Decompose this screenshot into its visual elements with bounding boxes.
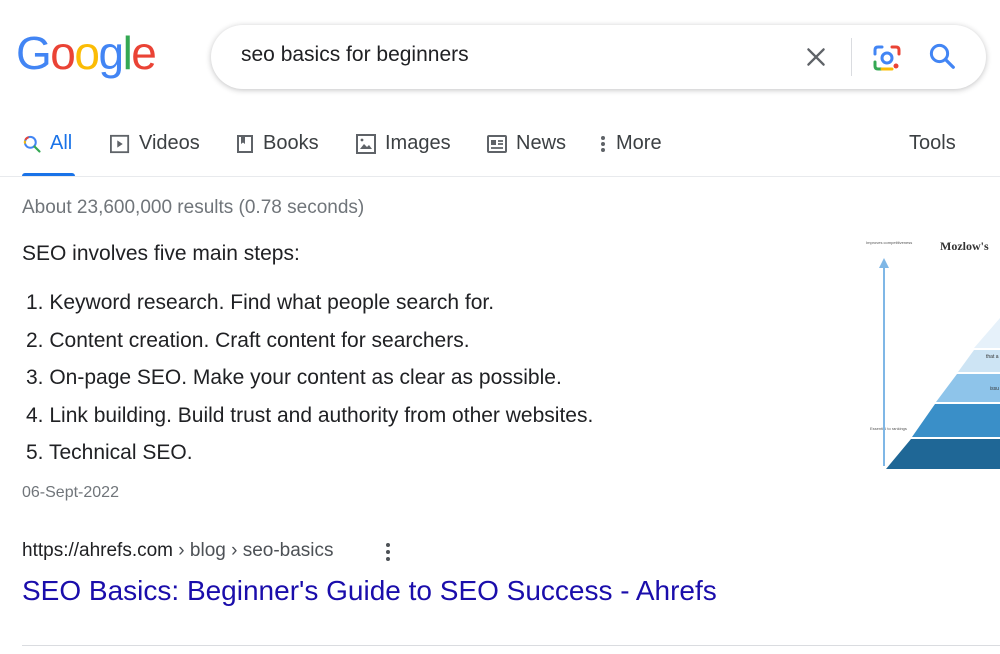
tabs-divider [0,176,1000,177]
search-icon [23,135,41,153]
tab-label: All [50,132,73,154]
snippet-steps-list: 1. Keyword research. Find what people se… [26,290,593,478]
result-title-link[interactable]: SEO Basics: Beginner's Guide to SEO Succ… [22,575,717,607]
snippet-step: 2. Content creation. Craft content for s… [26,328,470,352]
tab-label: More [616,132,662,154]
svg-text:that a: that a [986,354,999,360]
snippet-step: 4. Link building. Build trust and author… [26,403,594,427]
search-tabs: All Videos Books Images News More Tools [0,120,1000,176]
tab-label: News [516,132,567,154]
snippet-heading: SEO involves five main steps: [22,242,300,265]
close-icon[interactable] [803,44,829,70]
tab-images[interactable]: Images [355,132,451,155]
tab-all[interactable]: All [22,132,72,155]
tools-label: Tools [909,132,956,154]
camera-lens-icon[interactable] [871,42,903,74]
snippet-step: 5. Technical SEO. [26,441,193,465]
tab-label: Videos [139,132,200,154]
tools-button[interactable]: Tools [909,132,956,155]
result-domain: https://ahrefs.com [22,540,174,561]
more-vertical-icon [601,135,605,152]
tab-videos[interactable]: Videos [109,132,200,155]
result-divider [22,645,1000,646]
tab-books[interactable]: Books [235,132,319,155]
results-stats: About 23,600,000 results (0.78 seconds) [22,197,365,218]
logo-letter: e [131,27,157,79]
video-icon [110,134,130,153]
thumb-title: Mozlow's [940,239,989,253]
logo-letter: g [98,27,124,79]
search-icon[interactable] [927,41,957,71]
book-icon [237,134,253,153]
search-divider [851,38,852,76]
thumb-bottom-label: Essential to rankings [870,426,907,431]
search-input[interactable]: seo basics for beginners [241,43,469,67]
snippet-step: 1. Keyword research. Find what people se… [26,291,495,314]
image-icon [356,133,376,154]
tab-more[interactable]: More [598,132,662,155]
result-more-options-icon[interactable] [378,541,398,563]
tab-label: Books [263,132,319,154]
logo-letter: l [122,27,133,79]
result-breadcrumbs: › blog › seo-basics [173,540,334,561]
tab-label: Images [385,132,451,154]
snippet-step: 3. On-page SEO. Make your content as cle… [26,366,562,390]
thumb-top-label: Improves competitiveness [866,240,912,245]
svg-text:issu: issu [990,386,999,392]
tab-news[interactable]: News [486,132,566,155]
logo-letter: o [74,27,100,79]
result-url[interactable]: https://ahrefs.com › blog › seo-basics [22,540,334,562]
google-logo[interactable]: Google [16,27,157,79]
snippet-date: 06-Sept-2022 [22,484,119,501]
news-icon [487,134,507,153]
logo-letter: o [50,27,76,79]
search-box: seo basics for beginners [211,25,986,89]
pyramid-illustration: Mozlow's Improves competitiveness Essent… [862,238,1000,469]
logo-letter: G [16,27,52,79]
snippet-thumbnail[interactable]: Mozlow's Improves competitiveness Essent… [862,238,1000,469]
